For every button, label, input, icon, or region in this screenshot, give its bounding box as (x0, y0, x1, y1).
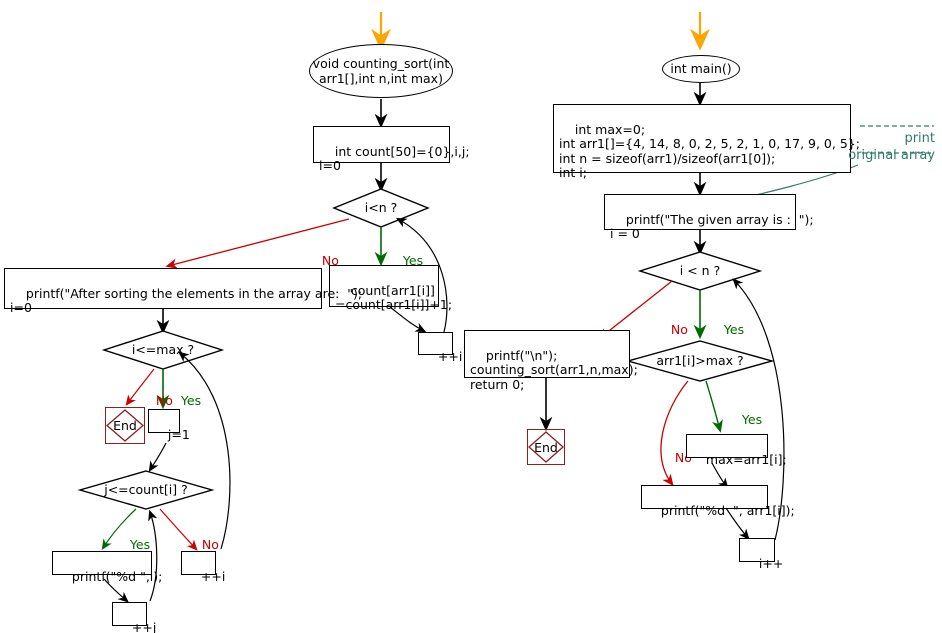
right-end-terminal: End (527, 429, 565, 465)
right-print-d-label: printf("%d ", arr1[i]); (660, 502, 795, 518)
right-incr-i-box: i++ (739, 538, 783, 570)
annotation-text: print original array (848, 131, 935, 163)
left-j-init-label: j=1 (167, 426, 190, 442)
left-start-terminal: void counting_sort(int arr1[],int n,int … (309, 44, 453, 98)
decision-right-in-text: i < n ? (679, 263, 721, 278)
right-start-terminal: int main() (662, 55, 740, 83)
left-incr-j-label: ++j (131, 619, 157, 633)
right-print-d-box: printf("%d ", arr1[i]); (641, 485, 795, 517)
decision-in-text: i<n ? (364, 200, 398, 215)
left-print-after-box: printf("After sorting the elements in th… (4, 268, 362, 315)
left-incr-i-label-2: ++i (200, 568, 226, 584)
right-call-sort-label: printf("\n"); counting_sort(arr1,n,max);… (470, 347, 638, 392)
decision-arrmax-text: arr1[i]>max ? (656, 353, 744, 368)
left-incr-i-label: ++i (437, 348, 463, 364)
right-call-sort-box: printf("\n"); counting_sort(arr1,n,max);… (464, 330, 638, 391)
left-print-d-label: printf("%d ",i); (71, 568, 163, 584)
right-yes-text-2: Yes (741, 412, 763, 427)
right-max-assign-box: max=arr1[i]; (686, 434, 787, 466)
left-init-box: int count[50]={0},i,j; i=0 (313, 126, 470, 173)
left-yes-text-2: Yes (180, 393, 202, 408)
left-yes-text-3: Yes (129, 537, 151, 552)
right-incr-i-label: i++ (758, 555, 784, 571)
left-incr-i-box-2: ++i (181, 551, 225, 583)
left-no-text-3: No (201, 537, 219, 552)
decision-arrmax-label: arr1[i]>max ? (647, 351, 753, 371)
right-no-label-1: No (655, 310, 688, 349)
left-start-terminal-label: void counting_sort(int arr1[],int n,int … (312, 56, 450, 86)
right-start-terminal-label: int main() (670, 60, 732, 76)
right-yes-text-1: Yes (723, 322, 745, 337)
decision-jcount-label: j<=count[i] ? (95, 480, 197, 500)
left-end-label: End (113, 418, 137, 433)
decision-in-label: i<n ? (334, 198, 428, 218)
flowchart-canvas: void counting_sort(int arr1[],int n,int … (0, 0, 942, 633)
right-yes-label-1: Yes (708, 310, 744, 349)
left-end-terminal: End (105, 407, 145, 444)
left-incr-j-box: ++j (112, 602, 156, 633)
decision-imax-text: i<=max ? (131, 342, 195, 357)
left-incr-i-box: ++i (418, 332, 462, 363)
decision-imax-label: i<=max ? (116, 340, 210, 360)
right-print-given-box: printf("The given array is : "); i = 0 (604, 194, 814, 241)
left-print-after-label: printf("After sorting the elements in th… (10, 285, 363, 315)
decision-jcount-text: j<=count[i] ? (104, 482, 188, 497)
right-max-assign-label: max=arr1[i]; (705, 451, 787, 467)
right-end-label: End (534, 439, 558, 455)
annotation-print-original-array: print original array (770, 113, 935, 181)
decision-right-in-label: i < n ? (655, 261, 745, 281)
left-j-init-box: j=1 (148, 409, 190, 441)
edge-arrmax-yes (705, 380, 723, 433)
right-no-text-1: No (670, 322, 688, 337)
left-print-d-box: printf("%d ",i); (52, 551, 162, 583)
left-init-box-label: int count[50]={0},i,j; i=0 (319, 143, 470, 173)
right-print-given-label: printf("The given array is : "); i = 0 (610, 211, 814, 241)
